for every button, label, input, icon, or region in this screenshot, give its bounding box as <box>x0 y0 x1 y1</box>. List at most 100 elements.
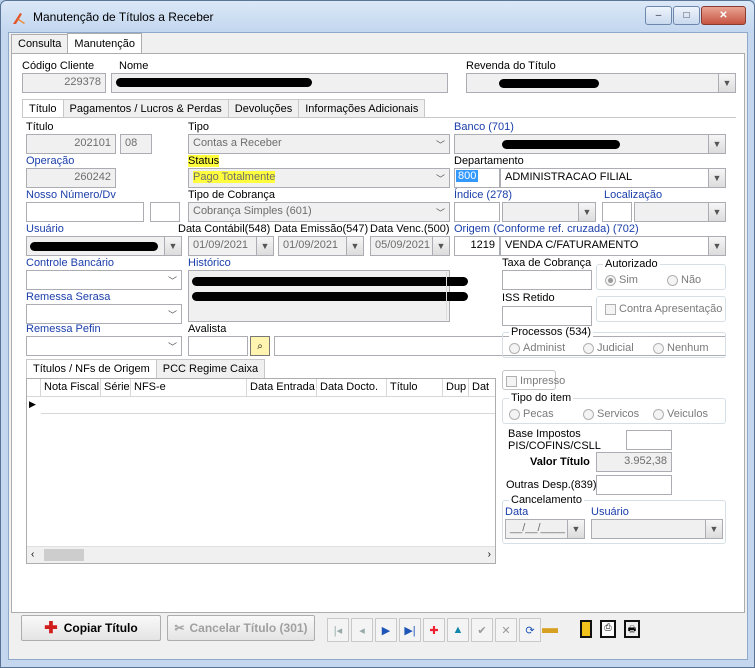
data-contabil-picker[interactable]: 01/09/2021 ▼ <box>188 236 274 256</box>
grid-header[interactable]: Nota Fiscal <box>41 379 101 397</box>
localizacao-dropdown[interactable]: ▼ <box>634 202 726 222</box>
avalista-label: Avalista <box>188 323 227 335</box>
grid-header[interactable]: NFS-e <box>131 379 247 397</box>
origem-code-field[interactable]: 1219 <box>454 236 500 256</box>
codigo-cliente-label: Código Cliente <box>22 60 95 72</box>
chevron-down-icon: ▼ <box>718 74 735 92</box>
grid-header[interactable]: Dat <box>469 379 495 397</box>
close-button[interactable]: ✕ <box>701 6 746 25</box>
processos-admin-radio[interactable]: Administ <box>509 342 565 354</box>
grid-header[interactable]: Série <box>101 379 131 397</box>
origem-label: Origem (Conforme ref. cruzada) (702) <box>454 223 639 235</box>
chevron-down-icon: ﹀ <box>435 173 445 184</box>
autorizado-sim-radio[interactable]: Sim <box>605 274 638 286</box>
contra-apresentacao-checkbox[interactable]: Contra Apresentação <box>605 303 722 315</box>
titulo-field[interactable]: 202101 <box>26 134 116 154</box>
refresh-icon[interactable]: ⟳ <box>519 618 541 642</box>
cancel-usuario-dropdown[interactable]: ▼ <box>591 519 723 539</box>
autorizado-nao-radio[interactable]: Não <box>667 274 701 286</box>
scroll-thumb[interactable] <box>44 549 84 561</box>
tab-titulo[interactable]: Título <box>22 99 64 118</box>
departamento-dropdown[interactable]: ADMINISTRACAO FILIAL ▼ <box>500 168 726 188</box>
tab-pagamentos[interactable]: Pagamentos / Lucros & Perdas <box>62 99 229 118</box>
folder-icon[interactable]: ▬ <box>539 617 561 641</box>
nosso-numero-field[interactable] <box>26 202 144 222</box>
data-venc-label: Data Venc.(500) <box>370 223 450 235</box>
cancel-data-label: Data <box>505 506 529 518</box>
processos-nenhum-radio[interactable]: Nenhum <box>653 342 709 354</box>
next-record-icon[interactable]: ▶ <box>375 618 397 642</box>
chevron-down-icon: ▼ <box>708 237 725 255</box>
item-pecas-radio[interactable]: Pecas <box>509 408 554 420</box>
chevron-down-icon: ▼ <box>567 520 584 538</box>
search-lookup-icon[interactable]: ⌕ <box>250 336 270 356</box>
tab-titulos-nfs[interactable]: Títulos / NFs de Origem <box>26 359 157 378</box>
grid-header[interactable]: Data Docto. <box>317 379 387 397</box>
grid-header[interactable]: Título <box>387 379 443 397</box>
grid-header[interactable]: Dup <box>443 379 469 397</box>
tipo-cobranca-dropdown[interactable]: Cobrança Simples (601) ﹀ <box>188 202 450 222</box>
tipo-dropdown[interactable]: Contas a Receber ﹀ <box>188 134 450 154</box>
impresso-checkbox[interactable]: Impresso <box>506 375 565 387</box>
tab-devolucoes[interactable]: Devoluções <box>227 99 300 118</box>
tab-manutencao[interactable]: Manutenção <box>67 33 142 53</box>
print-preview-icon[interactable]: ⎙ <box>597 617 619 641</box>
processos-judicial-radio[interactable]: Judicial <box>583 342 634 354</box>
action-toolbar: ✚ Copiar Título ✂ Cancelar Título (301) … <box>9 613 747 653</box>
localizacao-label: Localização <box>604 189 663 201</box>
grid-header[interactable]: Data Entrada <box>247 379 317 397</box>
first-record-icon[interactable]: |◂ <box>327 618 349 642</box>
titulo-parcela-field[interactable]: 08 <box>120 134 152 154</box>
discard-icon[interactable]: ✕ <box>495 618 517 642</box>
remessa-serasa-dropdown[interactable]: ﹀ <box>26 304 182 324</box>
cancel-data-picker[interactable]: __/__/____ ▼ <box>505 519 585 539</box>
origem-dropdown[interactable]: VENDA C/FATURAMENTO ▼ <box>500 236 726 256</box>
avalista-code-field[interactable] <box>188 336 248 356</box>
codigo-cliente-field[interactable]: 229378 <box>22 73 106 93</box>
prev-record-icon[interactable]: ◂ <box>351 618 373 642</box>
indice-code-field[interactable] <box>454 202 500 222</box>
tab-pcc[interactable]: PCC Regime Caixa <box>155 359 266 378</box>
last-record-icon[interactable]: ▶| <box>399 618 421 642</box>
departamento-code-field[interactable]: 800 <box>454 168 500 188</box>
maximize-button[interactable]: □ <box>673 6 700 25</box>
data-venc-picker[interactable]: 05/09/2021 ▼ <box>370 236 450 256</box>
minimize-button[interactable]: – <box>645 6 672 25</box>
item-veiculos-radio[interactable]: Veiculos <box>653 408 708 420</box>
cancelar-titulo-button[interactable]: ✂ Cancelar Título (301) <box>167 615 315 641</box>
edit-record-icon[interactable]: ▲ <box>447 618 469 642</box>
scroll-left-icon[interactable]: ‹ <box>31 549 34 560</box>
iss-retido-field[interactable] <box>502 306 592 326</box>
tab-informacoes[interactable]: Informações Adicionais <box>298 99 426 118</box>
chevron-down-icon: ▼ <box>705 520 722 538</box>
data-emissao-picker[interactable]: 01/09/2021 ▼ <box>278 236 364 256</box>
controle-bancario-label: Controle Bancário <box>26 257 115 269</box>
controle-bancario-dropdown[interactable]: ﹀ <box>26 270 182 290</box>
redaction-bar <box>192 277 468 286</box>
redaction-bar <box>502 140 620 149</box>
valor-titulo-field[interactable]: 3.952,38 <box>596 452 672 472</box>
status-dropdown[interactable]: Pago Totalmente ﹀ <box>188 168 450 188</box>
grid-hscrollbar[interactable]: ‹ › <box>27 546 495 563</box>
scroll-right-icon[interactable]: › <box>488 549 491 560</box>
impresso-group: Impresso <box>502 370 565 390</box>
add-record-icon[interactable]: ✚ <box>423 618 445 642</box>
base-impostos-field[interactable] <box>626 430 672 450</box>
outras-desp-field[interactable] <box>596 475 672 495</box>
tab-consulta[interactable]: Consulta <box>11 34 69 54</box>
nav-bar: |◂ ◂ ▶ ▶| ✚ ▲ ✔ ✕ ⟳ <box>323 613 551 647</box>
remessa-pefin-dropdown[interactable]: ﹀ <box>26 336 182 356</box>
copiar-titulo-button[interactable]: ✚ Copiar Título <box>21 615 161 641</box>
indice-dropdown[interactable]: ▼ <box>502 202 596 222</box>
operacao-field[interactable]: 260242 <box>26 168 116 188</box>
taxa-cobranca-field[interactable] <box>502 270 592 290</box>
exit-door-icon[interactable] <box>575 617 597 641</box>
iss-retido-label: ISS Retido <box>502 292 555 304</box>
item-servicos-radio[interactable]: Servicos <box>583 408 639 420</box>
origin-grid[interactable]: Nota Fiscal Série NFS-e Data Entrada Dat… <box>26 378 496 564</box>
localizacao-code-field[interactable] <box>602 202 632 222</box>
nosso-numero-label: Nosso Número/Dv <box>26 189 116 201</box>
printer-icon[interactable]: 🖶 <box>621 617 643 641</box>
nosso-numero-dv-field[interactable] <box>150 202 180 222</box>
confirm-icon[interactable]: ✔ <box>471 618 493 642</box>
